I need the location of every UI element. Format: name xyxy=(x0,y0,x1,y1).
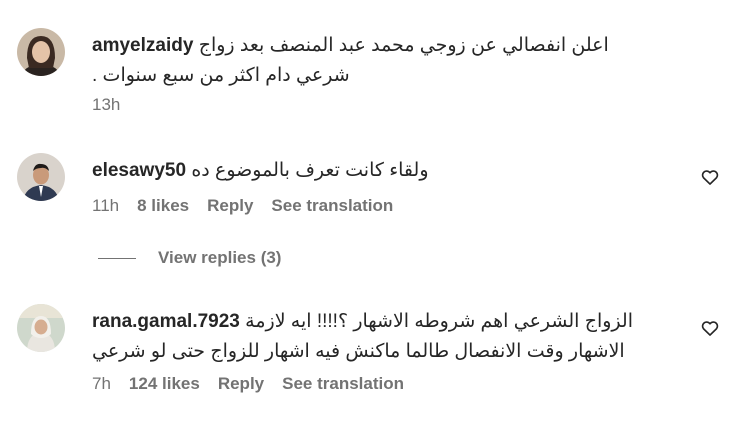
reply-button[interactable]: Reply xyxy=(207,196,253,216)
comment-text-line: الاشهار وقت الانفصال طالما ماكنش فيه اشه… xyxy=(92,341,625,362)
comment-item: rana.gamal.7923 الزواج الشرعي اهم شروطه … xyxy=(0,290,732,433)
comment-text-line: شرعي دام اكثر من سبع سنوات . xyxy=(92,65,350,86)
comment-timestamp[interactable]: 11h xyxy=(92,196,119,216)
heart-outline-icon[interactable] xyxy=(700,318,720,338)
heart-outline-icon[interactable] xyxy=(700,167,720,187)
comment-timestamp[interactable]: 7h xyxy=(92,374,111,394)
comment-username[interactable]: amyelzaidy xyxy=(92,35,193,56)
likes-count[interactable]: 124 likes xyxy=(129,374,200,394)
divider-line xyxy=(98,257,136,259)
view-replies-button[interactable]: View replies (3) xyxy=(98,248,281,268)
comment-item: amyelzaidy اعلن انفصالي عن زوجي محمد عبد… xyxy=(0,0,732,130)
comment-text-line: اعلن انفصالي عن زوجي محمد عبد المنصف بعد… xyxy=(198,35,609,56)
see-translation-button[interactable]: See translation xyxy=(271,196,393,216)
comment-meta: 7h 124 likes Reply See translation xyxy=(92,374,404,394)
avatar[interactable] xyxy=(17,153,65,201)
comment-text-line: ولقاء كانت تعرف بالموضوع ده xyxy=(191,160,429,181)
comment-meta: 13h xyxy=(92,95,120,115)
comment-text-line: الزواج الشرعي اهم شروطه الاشهار ؟!!!! اي… xyxy=(245,311,633,332)
comment-item: elesawy50 ولقاء كانت تعرف بالموضوع ده 11… xyxy=(0,130,732,290)
comment-text: rana.gamal.7923 الزواج الشرعي اهم شروطه … xyxy=(92,306,633,338)
likes-count[interactable]: 8 likes xyxy=(137,196,189,216)
see-translation-button[interactable]: See translation xyxy=(282,374,404,394)
comment-text: elesawy50 ولقاء كانت تعرف بالموضوع ده xyxy=(92,155,429,187)
view-replies-label: View replies (3) xyxy=(158,248,282,267)
avatar[interactable] xyxy=(17,304,65,352)
comment-username[interactable]: rana.gamal.7923 xyxy=(92,311,240,332)
comment-meta: 11h 8 likes Reply See translation xyxy=(92,196,393,216)
comment-username[interactable]: elesawy50 xyxy=(92,160,186,181)
comment-text: amyelzaidy اعلن انفصالي عن زوجي محمد عبد… xyxy=(92,30,609,62)
comment-timestamp[interactable]: 13h xyxy=(92,95,120,115)
avatar[interactable] xyxy=(17,28,65,76)
reply-button[interactable]: Reply xyxy=(218,374,264,394)
